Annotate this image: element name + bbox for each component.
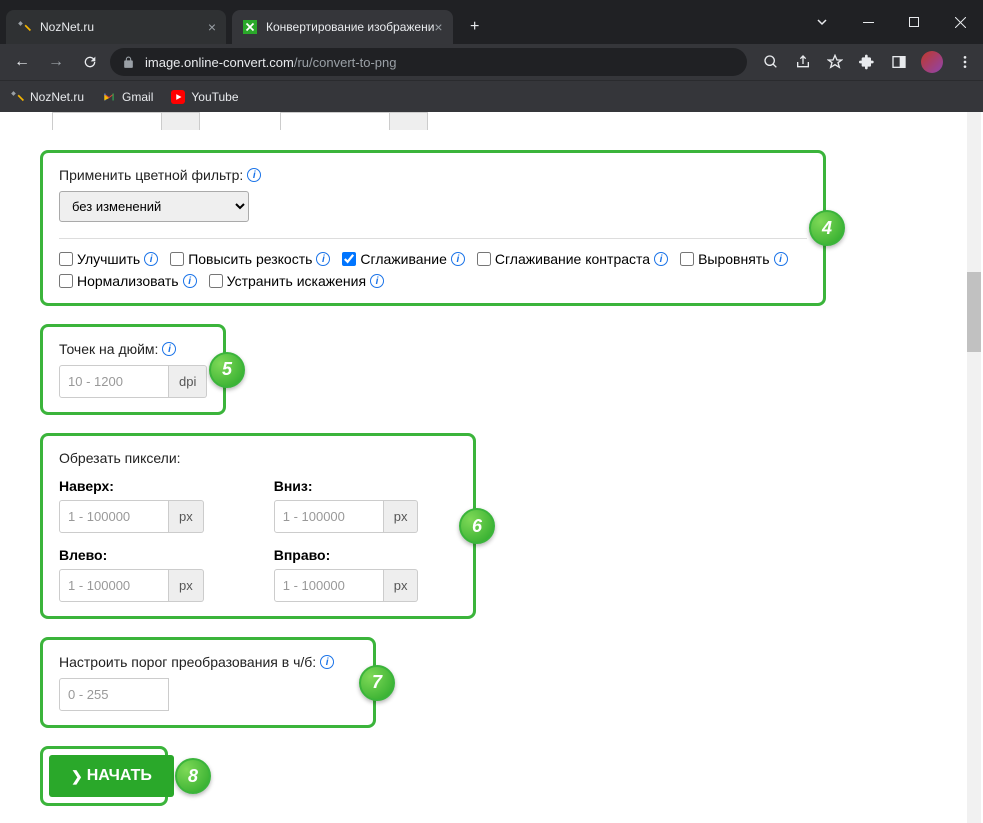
bookmark-youtube[interactable]: YouTube [171, 90, 238, 104]
crop-bottom-label: Вниз: [274, 478, 419, 494]
window-controls [799, 0, 983, 44]
new-tab-button[interactable]: + [461, 13, 489, 41]
extensions-icon[interactable] [857, 52, 877, 72]
url-host: image.online-convert.com [145, 55, 294, 70]
crop-section: 6 Обрезать пиксели: Наверх: px Влево: px… [40, 433, 476, 619]
crop-right-label: Вправо: [274, 547, 419, 563]
info-icon[interactable]: i [247, 168, 261, 182]
info-icon[interactable]: i [183, 274, 197, 288]
info-icon[interactable]: i [316, 252, 330, 266]
info-icon[interactable]: i [774, 252, 788, 266]
scrollbar-thumb[interactable] [967, 272, 981, 352]
sidepanel-icon[interactable] [889, 52, 909, 72]
despeckle-checkbox[interactable]: Сглаживание контрастаi [477, 251, 668, 267]
avatar[interactable] [921, 51, 943, 73]
annotation-badge: 8 [175, 758, 211, 794]
threshold-input[interactable] [59, 678, 169, 711]
tools-icon [16, 19, 32, 35]
crop-top-input[interactable] [59, 500, 169, 533]
crop-left-label: Влево: [59, 547, 204, 563]
address-bar: ← → image.online-convert.com/ru/convert-… [0, 44, 983, 80]
dpi-unit: dpi [169, 365, 207, 398]
crop-left-input[interactable] [59, 569, 169, 602]
tab-title: NozNet.ru [40, 20, 94, 34]
lock-icon [122, 56, 135, 69]
color-filter-section: 4 Применить цветной фильтр: i без измене… [40, 150, 826, 306]
crop-bottom-input[interactable] [274, 500, 384, 533]
dpi-input[interactable] [59, 365, 169, 398]
enhance-checkbox[interactable]: Улучшитьi [59, 251, 158, 267]
menu-icon[interactable] [955, 52, 975, 72]
filter-select[interactable]: без изменений [59, 191, 249, 222]
tab-noznet[interactable]: NozNet.ru × [6, 10, 226, 44]
antialias-checkbox[interactable]: Сглаживаниеi [342, 251, 464, 267]
info-icon[interactable]: i [370, 274, 384, 288]
page-content: 4 Применить цветной фильтр: i без измене… [0, 112, 983, 823]
annotation-badge: 4 [809, 210, 845, 246]
info-icon[interactable]: i [451, 252, 465, 266]
minimize-button[interactable] [845, 6, 891, 38]
url-path: /ru/convert-to-png [294, 55, 397, 70]
bookmark-noznet[interactable]: NozNet.ru [10, 90, 84, 104]
scrollbar-track[interactable] [967, 112, 981, 823]
forward-button[interactable]: → [42, 48, 70, 76]
browser-titlebar: NozNet.ru × Конвертирование изображени ×… [0, 0, 983, 44]
annotation-badge: 5 [209, 352, 245, 388]
site-icon [242, 19, 258, 35]
tab-convert[interactable]: Конвертирование изображени × [232, 10, 453, 44]
info-icon[interactable]: i [320, 655, 334, 669]
maximize-button[interactable] [891, 6, 937, 38]
threshold-label: Настроить порог преобразования в ч/б: i [59, 654, 357, 670]
normalize-checkbox[interactable]: Нормализоватьi [59, 273, 197, 289]
bookmarks-bar: NozNet.ru Gmail YouTube [0, 80, 983, 112]
chevron-down-icon[interactable] [799, 6, 845, 38]
url-field[interactable]: image.online-convert.com/ru/convert-to-p… [110, 48, 747, 76]
equalize-checkbox[interactable]: Выровнятьi [680, 251, 787, 267]
start-button[interactable]: ❯ НАЧАТЬ [49, 755, 174, 797]
crop-label: Обрезать пиксели: [59, 450, 457, 466]
dpi-label: Точек на дюйм: i [59, 341, 207, 357]
search-icon[interactable] [761, 52, 781, 72]
info-icon[interactable]: i [144, 252, 158, 266]
filter-label: Применить цветной фильтр: i [59, 167, 807, 183]
bookmark-gmail[interactable]: Gmail [102, 90, 153, 104]
info-icon[interactable]: i [162, 342, 176, 356]
annotation-badge: 7 [359, 665, 395, 701]
threshold-section: 7 Настроить порог преобразования в ч/б: … [40, 637, 376, 728]
annotation-badge: 6 [459, 508, 495, 544]
tab-title: Конвертирование изображени [266, 20, 434, 34]
sharpen-checkbox[interactable]: Повысить резкостьi [170, 251, 330, 267]
share-icon[interactable] [793, 52, 813, 72]
close-icon[interactable]: × [208, 19, 216, 35]
back-button[interactable]: ← [8, 48, 36, 76]
dpi-section: 5 Точек на дюйм: i dpi [40, 324, 226, 415]
info-icon[interactable]: i [654, 252, 668, 266]
crop-right-input[interactable] [274, 569, 384, 602]
star-icon[interactable] [825, 52, 845, 72]
close-icon[interactable]: × [434, 19, 442, 35]
chevron-right-icon: ❯ [71, 768, 83, 785]
reload-button[interactable] [76, 48, 104, 76]
cutoff-row [52, 112, 943, 130]
start-section: 8 ❯ НАЧАТЬ [40, 746, 168, 806]
deskew-checkbox[interactable]: Устранить искаженияi [209, 273, 384, 289]
close-button[interactable] [937, 6, 983, 38]
crop-top-label: Наверх: [59, 478, 204, 494]
